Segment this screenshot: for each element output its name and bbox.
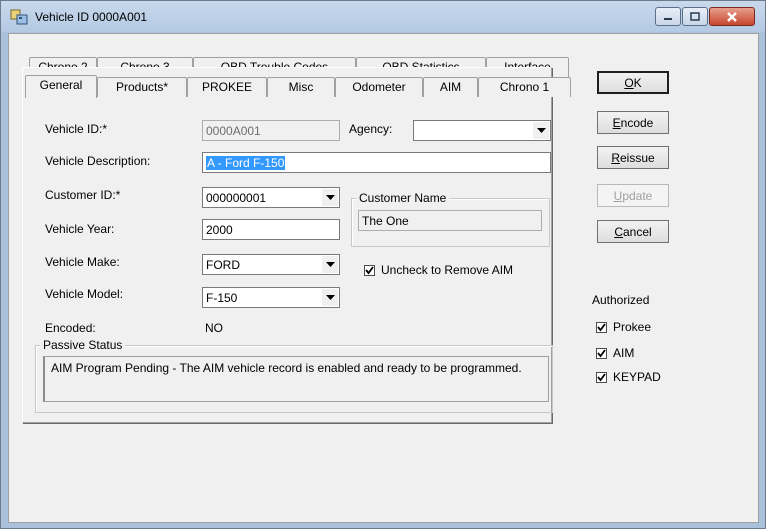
reissue-button-accel: R [611,151,620,165]
update-button: Update [597,184,669,207]
tab-label: PROKEE [201,80,252,94]
encode-button-label: ncode [620,116,654,130]
window-title: Vehicle ID 0000A001 [35,10,148,24]
update-button-label: pdate [622,189,653,203]
chevron-down-icon [325,295,335,300]
agency-combo[interactable] [413,120,551,141]
encode-button-accel: E [612,116,621,130]
tab-odometer[interactable]: Odometer [335,77,423,97]
authorized-aim-label: AIM [613,346,635,360]
encoded-label: Encoded: [45,321,96,335]
uncheck-aim-label: Uncheck to Remove AIM [381,263,514,277]
maximize-button[interactable] [682,7,708,26]
vehicle-year-label: Vehicle Year: [45,222,115,236]
ok-button-label: K [633,76,642,90]
vehicle-id-label: Vehicle ID:* [45,122,108,136]
customer-id-combo[interactable]: 000000001 [202,187,340,208]
title-bar[interactable]: Vehicle ID 0000A001 [1,1,765,32]
chevron-down-icon [325,195,335,200]
vehicle-make-combo[interactable]: FORD [202,254,340,275]
tab-label: AIM [439,80,462,94]
passive-status-text: AIM Program Pending - The AIM vehicle re… [43,356,549,402]
maximize-icon [690,11,700,21]
ok-button-accel: O [624,76,634,90]
encode-button[interactable]: Encode [597,111,669,134]
checkmark-icon [597,322,606,331]
agency-label: Agency: [349,122,393,136]
vehicle-make-value: FORD [206,258,240,272]
authorized-keypad-checkbox[interactable]: KEYPAD [596,370,661,384]
close-button[interactable] [709,7,755,26]
tab-label: Misc [288,80,314,94]
reissue-button[interactable]: Reissue [597,146,669,169]
checkmark-icon [597,372,606,381]
customer-id-label: Customer ID:* [45,188,121,202]
authorized-prokee-checkbox[interactable]: Prokee [596,320,651,334]
tab-label: Odometer [352,80,406,94]
uncheck-aim-checkbox[interactable]: Uncheck to Remove AIM [364,263,513,277]
close-icon [727,11,737,22]
authorized-keypad-label: KEYPAD [613,370,661,384]
vehicle-model-label: Vehicle Model: [45,287,124,301]
encoded-value: NO [205,321,223,335]
passive-status-label: Passive Status [40,338,126,352]
vehicle-description-label: Vehicle Description: [45,154,151,168]
tab-general[interactable]: General [25,75,97,98]
chevron-down-icon [536,128,546,133]
minimize-button[interactable] [655,7,681,26]
customer-id-value: 000000001 [206,191,267,205]
tab-label: General [39,78,83,92]
tab-products[interactable]: Products* [97,77,187,97]
tab-chrono-1[interactable]: Chrono 1 [478,77,571,97]
checkmark-icon [597,348,606,357]
cancel-button[interactable]: Cancel [597,220,669,243]
authorized-label: Authorized [592,293,650,307]
tab-label: Chrono 1 [499,80,550,94]
authorized-prokee-label: Prokee [613,320,652,334]
customer-name-label: Customer Name [356,191,450,205]
vehicle-description-field[interactable]: A - Ford F-150 [202,152,551,173]
vehicle-model-combo[interactable]: F-150 [202,287,340,308]
ok-button[interactable]: OK [597,71,669,94]
customer-name-field: The One [358,210,542,231]
reissue-button-label: eissue [619,151,655,165]
update-button-accel: U [613,189,623,203]
vehicle-model-value: F-150 [206,291,238,305]
tab-prokee[interactable]: PROKEE [187,77,267,97]
cancel-button-accel: C [614,225,623,239]
minimize-icon [664,17,672,20]
tab-aim[interactable]: AIM [423,77,478,97]
chevron-down-icon [325,262,335,267]
checkmark-icon [365,265,374,274]
cancel-button-label: ancel [622,225,652,239]
app-icon [10,9,28,25]
tab-misc[interactable]: Misc [267,77,335,97]
vehicle-description-value: A - Ford F-150 [206,156,286,170]
vehicle-make-label: Vehicle Make: [45,255,120,269]
tab-label: Products* [115,80,169,94]
authorized-aim-checkbox[interactable]: AIM [596,346,634,360]
vehicle-id-field: 0000A001 [202,120,340,141]
vehicle-year-field[interactable]: 2000 [202,219,340,240]
